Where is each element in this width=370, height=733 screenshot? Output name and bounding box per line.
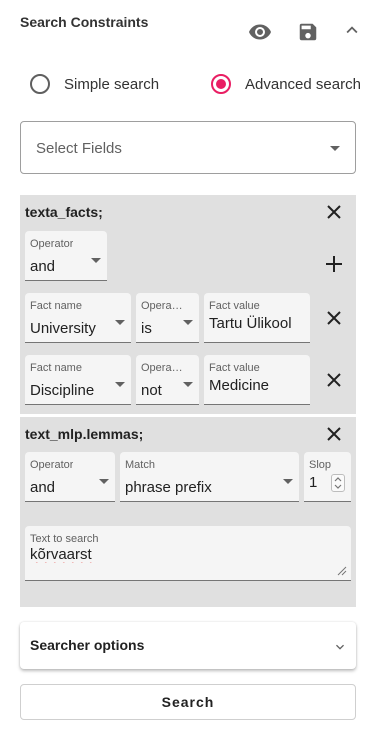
page-title: Search Constraints bbox=[20, 14, 149, 30]
save-icon[interactable] bbox=[294, 18, 322, 46]
fact-name-value: University bbox=[30, 320, 96, 337]
fact-operator-select[interactable]: Opera… not bbox=[136, 355, 199, 405]
fact-operator-value: is bbox=[141, 320, 152, 337]
fact-value-label: Fact value bbox=[209, 362, 260, 374]
fact-name-select[interactable]: Fact name University bbox=[25, 293, 131, 343]
chevron-down-icon bbox=[115, 382, 125, 387]
remove-fact-close-icon[interactable] bbox=[322, 368, 346, 392]
texta-facts-panel: texta_facts; Operator and Fact name Univ… bbox=[20, 195, 356, 414]
fact-operator-value: not bbox=[141, 382, 162, 399]
slop-value: 1 bbox=[309, 474, 318, 491]
fact-value-text: Tartu Ülikool bbox=[209, 315, 292, 332]
fact-name-label: Fact name bbox=[30, 362, 82, 374]
fact-name-value: Discipline bbox=[30, 382, 95, 399]
fact-value-input[interactable]: Fact value Tartu Ülikool bbox=[204, 293, 310, 343]
select-fields-placeholder: Select Fields bbox=[36, 140, 122, 157]
fact-value-label: Fact value bbox=[209, 300, 260, 312]
search-button[interactable]: Search bbox=[20, 684, 356, 720]
resize-handle-icon[interactable] bbox=[337, 566, 347, 576]
fact-name-select[interactable]: Fact name Discipline bbox=[25, 355, 131, 405]
match-label: Match bbox=[125, 459, 155, 471]
radio-circle-selected bbox=[211, 74, 231, 94]
chevron-down-icon bbox=[330, 146, 340, 151]
slop-number-input[interactable]: Slop 1 bbox=[304, 452, 351, 502]
select-fields-dropdown[interactable]: Select Fields bbox=[20, 121, 356, 174]
operator-label: Operator bbox=[30, 459, 74, 471]
remove-fact-close-icon[interactable] bbox=[322, 306, 346, 330]
slop-label: Slop bbox=[309, 459, 332, 471]
remove-facts-block-close-icon[interactable] bbox=[322, 200, 346, 224]
match-type-select[interactable]: Match phrase prefix bbox=[120, 452, 299, 502]
chevron-down-icon bbox=[183, 382, 193, 387]
operator-value: and bbox=[30, 479, 56, 496]
chevron-down-icon bbox=[115, 320, 125, 325]
fact-operator-label: Opera… bbox=[141, 300, 183, 312]
lemmas-title: text_mlp.lemmas; bbox=[25, 426, 144, 442]
text-mlp-lemmas-panel: text_mlp.lemmas; Operator and Match phra… bbox=[20, 417, 356, 607]
chevron-down-icon bbox=[91, 258, 101, 263]
simple-search-radio[interactable]: Simple search bbox=[30, 74, 159, 94]
fact-operator-select[interactable]: Opera… is bbox=[136, 293, 199, 343]
text-to-search-value: kõrvaarst bbox=[30, 546, 92, 563]
chevron-down-icon bbox=[183, 320, 193, 325]
chevron-down-icon bbox=[283, 479, 293, 484]
fact-value-input[interactable]: Fact value Medicine bbox=[204, 355, 310, 405]
chevron-up-icon[interactable] bbox=[338, 16, 366, 44]
number-spinner-icon[interactable] bbox=[331, 474, 345, 492]
chevron-down-icon bbox=[99, 479, 109, 484]
add-fact-plus-icon[interactable] bbox=[322, 252, 346, 276]
fact-operator-label: Opera… bbox=[141, 362, 183, 374]
simple-search-label: Simple search bbox=[64, 75, 160, 93]
radio-circle bbox=[30, 74, 50, 94]
eye-icon[interactable] bbox=[246, 18, 274, 46]
texta-facts-title: texta_facts; bbox=[25, 204, 103, 220]
fact-name-label: Fact name bbox=[30, 300, 82, 312]
operator-label: Operator bbox=[30, 238, 74, 250]
match-value: phrase prefix bbox=[125, 479, 212, 496]
remove-lemmas-block-close-icon[interactable] bbox=[322, 422, 346, 446]
lemmas-operator-select[interactable]: Operator and bbox=[25, 452, 115, 502]
facts-operator-select[interactable]: Operator and bbox=[25, 231, 107, 281]
advanced-search-radio[interactable]: Advanced search bbox=[211, 74, 361, 94]
advanced-search-label: Advanced search bbox=[245, 75, 361, 93]
text-to-search-textarea[interactable]: Text to search kõrvaarst bbox=[25, 526, 351, 581]
searcher-options-panel[interactable]: Searcher options bbox=[20, 622, 356, 669]
text-to-search-label: Text to search bbox=[30, 533, 99, 545]
searcher-options-label: Searcher options bbox=[30, 637, 145, 653]
fact-value-text: Medicine bbox=[209, 377, 270, 394]
operator-value: and bbox=[30, 258, 56, 275]
chevron-down-icon bbox=[336, 644, 344, 650]
